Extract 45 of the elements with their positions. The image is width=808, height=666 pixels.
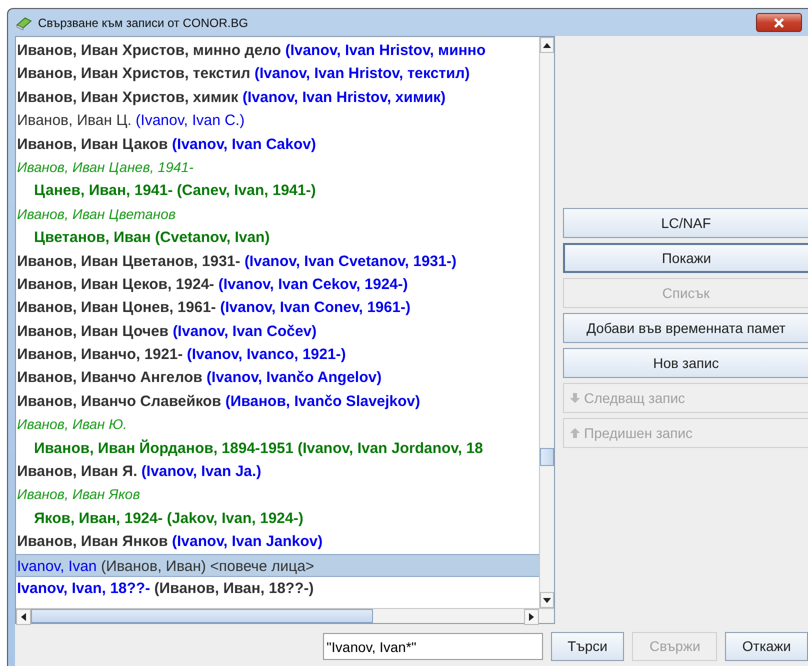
- close-button[interactable]: [756, 13, 802, 32]
- result-item[interactable]: Иванов, Иванчо, 1921- (Ivanov, Ivanco, 1921-): [16, 343, 539, 366]
- window-title: Свързване към записи от CONOR.BG: [38, 14, 250, 32]
- dialog-button[interactable]: Търси: [550, 632, 624, 661]
- scroll-thumb[interactable]: [540, 448, 554, 466]
- result-item[interactable]: Иванов, Иван Я. (Ivanov, Ivan Ja.): [16, 460, 539, 484]
- book-icon: [16, 16, 32, 30]
- search-field[interactable]: "Ivanov, Ivan*": [322, 633, 543, 660]
- up-arrow-icon: [570, 428, 580, 438]
- action-button[interactable]: Покажи: [563, 243, 808, 273]
- result-item[interactable]: Иванов, Иван Христов, химик (Ivanov, Ivan Hristov, химик): [16, 86, 539, 110]
- result-item[interactable]: Иванов, Иван Христов, текстил (Ivanov, Ivan Hristov, текстил): [16, 62, 539, 86]
- result-item[interactable]: Иванов, Иванчо Славейков (Иванов, Ivančo Slavejkov): [16, 390, 539, 414]
- down-arrow-icon: [570, 393, 580, 403]
- result-item[interactable]: Ivanov, Ivan, 18??- (Иванов, Иван, 18??-): [16, 576, 539, 600]
- result-item[interactable]: Иванов, Иван Цветанов, 1931- (Ivanov, Ivan Cvetanov, 1931-): [16, 250, 539, 273]
- result-item[interactable]: Иванов, Иван Цеков, 1924- (Ivanov, Ivan Cekov, 1924-): [16, 272, 539, 296]
- result-item[interactable]: Иванов, Иван Цанев, 1941-: [16, 156, 539, 180]
- scroll-left-icon[interactable]: [21, 613, 26, 621]
- result-item[interactable]: Иванов, Иван Йорданов, 1894-1951 (Ivanov, Ivan Jordanov, 18: [16, 436, 539, 460]
- result-item[interactable]: Иванов, Иванчо Ангелов (Ivanov, Ivančo Angelov): [16, 366, 539, 390]
- result-item[interactable]: Цанев, Иван, 1941- (Canev, Ivan, 1941-): [16, 179, 539, 203]
- result-item[interactable]: Ivanov, Ivan (Иванов, Иван) <повече лица>: [16, 554, 539, 577]
- result-item[interactable]: Иванов, Иван Цочев (Ivanov, Ivan Cočev): [16, 320, 539, 344]
- scroll-right-icon[interactable]: [529, 613, 534, 621]
- close-icon: [773, 18, 785, 28]
- result-item[interactable]: Иванов, Иван Янков (Ivanov, Ivan Jankov): [16, 530, 539, 554]
- result-item[interactable]: Цветанов, Иван (Cvetanov, Ivan): [16, 226, 539, 250]
- action-button[interactable]: Нов запис: [563, 348, 808, 378]
- action-button[interactable]: Добави във временната памет: [563, 313, 808, 343]
- result-item[interactable]: Иванов, Иван Цонев, 1961- (Ivanov, Ivan Conev, 1961-): [16, 296, 539, 320]
- scroll-up-icon[interactable]: [543, 42, 551, 48]
- scroll-down-icon[interactable]: [543, 598, 551, 602]
- horizontal-scrollbar[interactable]: [16, 608, 554, 623]
- result-item[interactable]: Иванов, Иван Ц. (Ivanov, Ivan C.): [16, 109, 539, 133]
- action-button[interactable]: LC/NAF: [563, 208, 808, 238]
- vertical-scrollbar[interactable]: [539, 37, 554, 608]
- result-item[interactable]: Иванов, Иван Цаков (Ivanov, Ivan Cakov): [16, 132, 539, 156]
- result-item[interactable]: Яков, Иван, 1924- (Jakov, Ivan, 1924-): [16, 506, 539, 530]
- result-item[interactable]: Иванов, Иван Цветанов: [16, 202, 539, 226]
- result-item[interactable]: Иванов, Иван Ю.: [16, 413, 539, 437]
- scroll-thumb[interactable]: [31, 609, 373, 623]
- result-item[interactable]: Иванов, Иван Христов, минно дело (Ivanov, Ivan Hristov, минно: [16, 39, 539, 62]
- result-item[interactable]: Иванов, Иван Яков: [16, 483, 539, 507]
- dialog-button[interactable]: Откажи: [725, 632, 808, 661]
